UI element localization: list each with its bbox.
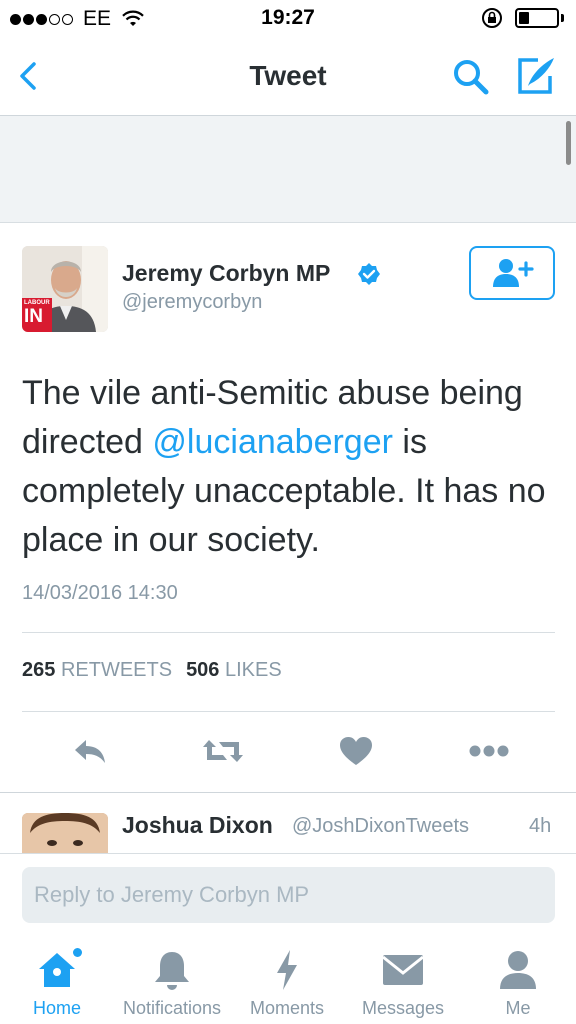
reply-author-handle[interactable]: @JoshDixonTweets	[292, 815, 469, 838]
tab-messages[interactable]: Messages	[343, 948, 463, 1019]
reply-avatar-image	[22, 813, 108, 853]
retweet-button[interactable]	[201, 731, 245, 771]
tab-label: Me	[505, 998, 531, 1018]
tab-label: Messages	[361, 998, 445, 1018]
envelope-icon	[382, 955, 424, 985]
likes-label: LIKES	[225, 659, 282, 681]
author-name[interactable]: Jeremy Corbyn MP	[122, 260, 330, 287]
reply-author-avatar[interactable]	[22, 813, 108, 853]
new-content-dot	[73, 948, 82, 957]
tab-home[interactable]: Home	[0, 948, 117, 1019]
tab-notifications-icon-wrap	[112, 948, 232, 992]
bell-icon	[155, 952, 189, 990]
avatar-badge-text: IN	[24, 306, 43, 327]
status-right	[481, 7, 564, 29]
reply-age: 4h	[529, 815, 552, 837]
reply-input[interactable]	[22, 867, 555, 923]
tab-moments-icon-wrap	[227, 948, 347, 992]
tweet-text: The vile anti-Semitic abuse being direct…	[22, 369, 562, 565]
rotation-lock-icon	[482, 8, 502, 28]
battery-tip	[561, 14, 564, 22]
retweets-count: 265	[22, 659, 56, 681]
tweet-timestamp: 14/03/2016 14:30	[22, 582, 178, 604]
add-user-icon	[493, 259, 534, 287]
follow-button[interactable]	[469, 246, 555, 300]
tab-bar: Home Notifications Moments Messages Me	[0, 934, 576, 1024]
tab-label: Moments	[249, 998, 325, 1018]
tab-label: Notifications	[122, 998, 222, 1018]
like-button[interactable]	[336, 731, 376, 771]
tab-me[interactable]: Me	[458, 948, 576, 1019]
divider	[22, 711, 555, 712]
author-avatar[interactable]: LABOUR IN	[22, 246, 108, 332]
search-icon[interactable]	[450, 56, 492, 98]
divider	[22, 632, 555, 633]
tab-label: Home	[32, 998, 81, 1018]
likes-stat[interactable]: 506 LIKES	[186, 659, 282, 681]
reply-author-name[interactable]: Joshua Dixon	[122, 812, 273, 839]
person-icon	[500, 951, 536, 989]
scrollbar[interactable]	[566, 121, 571, 165]
likes-count: 506	[186, 659, 220, 681]
tweet-stats: 265 RETWEETS 506 LIKES	[22, 659, 282, 682]
tab-me-icon-wrap	[458, 948, 576, 992]
retweets-label: RETWEETS	[60, 659, 173, 681]
verified-badge-icon	[358, 263, 380, 285]
home-icon	[39, 953, 75, 987]
author-handle[interactable]: @jeremycorbyn	[122, 291, 262, 314]
divider	[0, 792, 576, 793]
retweet-icon	[203, 740, 243, 762]
compose-tweet-icon[interactable]	[514, 54, 558, 98]
more-options-button[interactable]	[467, 731, 511, 771]
tab-home-icon-wrap	[0, 948, 117, 992]
tab-notifications[interactable]: Notifications	[112, 948, 232, 1019]
timeline-gap	[0, 116, 576, 223]
reply-icon	[75, 740, 105, 763]
lightning-icon	[277, 950, 297, 990]
tab-moments[interactable]: Moments	[227, 948, 347, 1019]
reply-button[interactable]	[70, 731, 110, 771]
mention-link[interactable]: @lucianaberger	[152, 423, 393, 461]
more-dots-icon	[469, 745, 509, 757]
heart-icon	[340, 737, 372, 765]
retweets-stat[interactable]: 265 RETWEETS	[22, 659, 172, 681]
status-bar: EE 19:27	[0, 0, 576, 36]
navigation-bar: Tweet	[0, 36, 576, 116]
tab-messages-icon-wrap	[343, 948, 463, 992]
battery-icon	[515, 8, 559, 28]
